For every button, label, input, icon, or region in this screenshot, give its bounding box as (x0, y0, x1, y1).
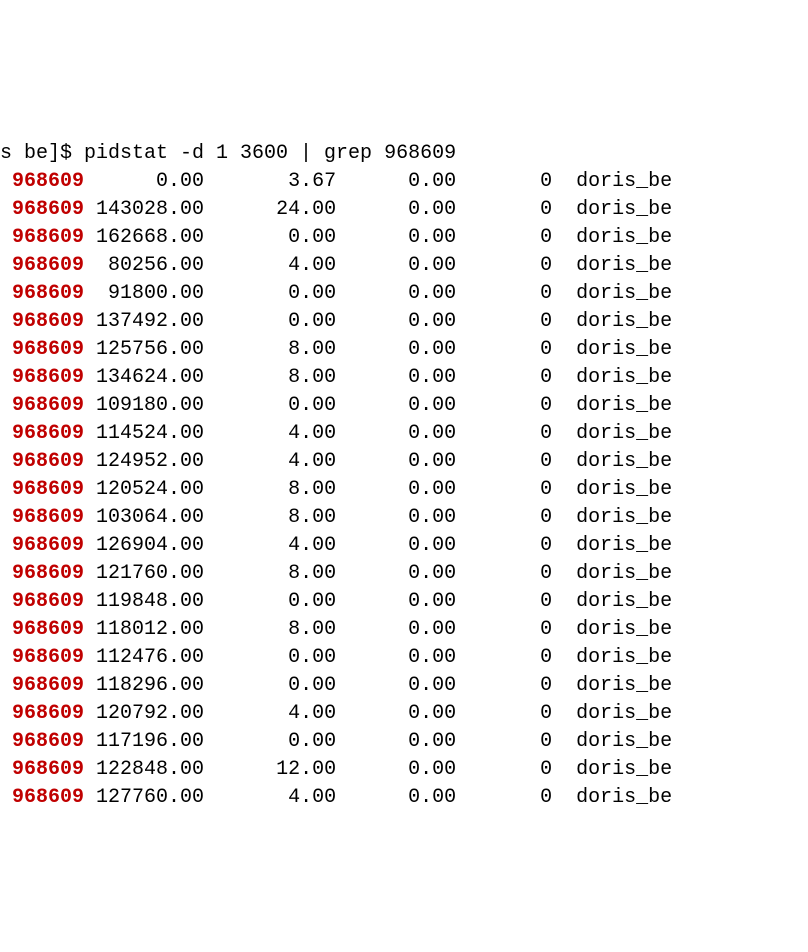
pid-value: 968609 (12, 618, 84, 641)
pidstat-row: 968609 118296.00 0.00 0.00 0 doris_be (0, 672, 808, 700)
pid-value: 968609 (12, 310, 84, 333)
pidstat-row: 968609 134624.00 8.00 0.00 0 doris_be (0, 364, 808, 392)
pid-value: 968609 (12, 646, 84, 669)
command-text: pidstat -d 1 3600 | grep 968609 (84, 142, 456, 165)
pid-value: 968609 (12, 730, 84, 753)
command-line[interactable]: s be]$ pidstat -d 1 3600 | grep 968609 (0, 140, 808, 168)
pidstat-row: 968609 121760.00 8.00 0.00 0 doris_be (0, 560, 808, 588)
pid-value: 968609 (12, 394, 84, 417)
pidstat-row: 968609 120524.00 8.00 0.00 0 doris_be (0, 476, 808, 504)
pid-value: 968609 (12, 198, 84, 221)
shell-prompt: s be]$ (0, 142, 84, 165)
pid-value: 968609 (12, 758, 84, 781)
pidstat-row: 968609 125756.00 8.00 0.00 0 doris_be (0, 336, 808, 364)
pidstat-row: 968609 162668.00 0.00 0.00 0 doris_be (0, 224, 808, 252)
pid-value: 968609 (12, 450, 84, 473)
pid-value: 968609 (12, 170, 84, 193)
pidstat-row: 968609 119848.00 0.00 0.00 0 doris_be (0, 588, 808, 616)
pid-value: 968609 (12, 674, 84, 697)
pidstat-rows: 968609 0.00 3.67 0.00 0 doris_be 968609 … (0, 168, 808, 812)
pid-value: 968609 (12, 478, 84, 501)
pid-value: 968609 (12, 786, 84, 809)
pidstat-row: 968609 127760.00 4.00 0.00 0 doris_be (0, 784, 808, 812)
pidstat-row: 968609 124952.00 4.00 0.00 0 doris_be (0, 448, 808, 476)
pidstat-row: 968609 103064.00 8.00 0.00 0 doris_be (0, 504, 808, 532)
pid-value: 968609 (12, 254, 84, 277)
pid-value: 968609 (12, 422, 84, 445)
pidstat-row: 968609 120792.00 4.00 0.00 0 doris_be (0, 700, 808, 728)
pid-value: 968609 (12, 366, 84, 389)
pidstat-row: 968609 112476.00 0.00 0.00 0 doris_be (0, 644, 808, 672)
pidstat-row: 968609 114524.00 4.00 0.00 0 doris_be (0, 420, 808, 448)
pid-value: 968609 (12, 226, 84, 249)
pidstat-row: 968609 143028.00 24.00 0.00 0 doris_be (0, 196, 808, 224)
pid-value: 968609 (12, 534, 84, 557)
pidstat-row: 968609 109180.00 0.00 0.00 0 doris_be (0, 392, 808, 420)
pid-value: 968609 (12, 590, 84, 613)
pid-value: 968609 (12, 282, 84, 305)
pidstat-row: 968609 117196.00 0.00 0.00 0 doris_be (0, 728, 808, 756)
pid-value: 968609 (12, 506, 84, 529)
terminal-output: s be]$ pidstat -d 1 3600 | grep 968609 9… (0, 112, 808, 812)
pidstat-row: 968609 118012.00 8.00 0.00 0 doris_be (0, 616, 808, 644)
pidstat-row: 968609 126904.00 4.00 0.00 0 doris_be (0, 532, 808, 560)
pidstat-row: 968609 122848.00 12.00 0.00 0 doris_be (0, 756, 808, 784)
pidstat-row: 968609 91800.00 0.00 0.00 0 doris_be (0, 280, 808, 308)
pidstat-row: 968609 80256.00 4.00 0.00 0 doris_be (0, 252, 808, 280)
pidstat-row: 968609 0.00 3.67 0.00 0 doris_be (0, 168, 808, 196)
pid-value: 968609 (12, 338, 84, 361)
pid-value: 968609 (12, 562, 84, 585)
pidstat-row: 968609 137492.00 0.00 0.00 0 doris_be (0, 308, 808, 336)
pid-value: 968609 (12, 702, 84, 725)
